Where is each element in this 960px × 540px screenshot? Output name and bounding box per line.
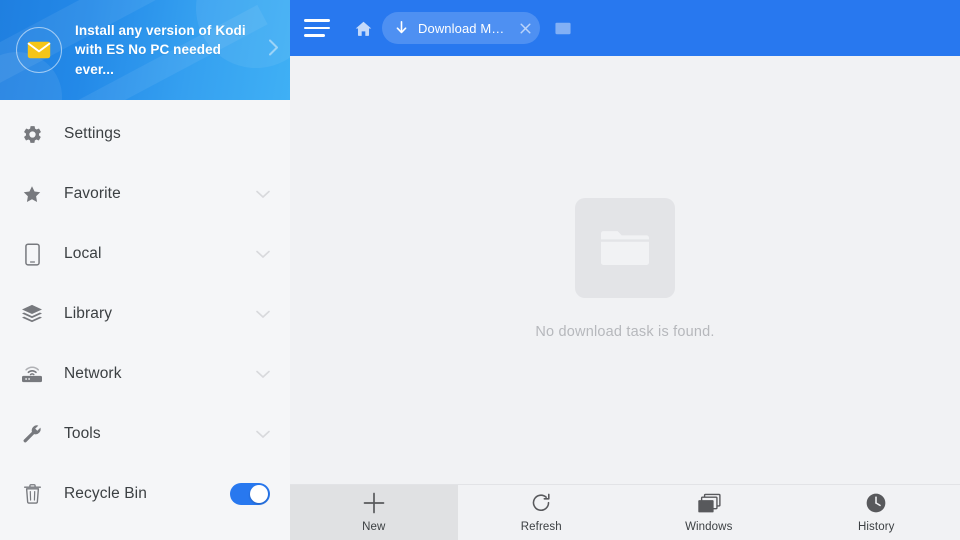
sidebar-menu: Settings Favorite Local Library Network … [0, 100, 290, 540]
hamburger-line [304, 19, 330, 22]
envelope-icon [16, 27, 62, 73]
close-icon[interactable] [514, 17, 536, 39]
sidebar-item-settings[interactable]: Settings [0, 104, 290, 164]
star-icon [18, 184, 46, 205]
sidebar-item-label: Settings [64, 125, 121, 142]
bottom-button-new[interactable]: New [290, 485, 458, 540]
refresh-icon [530, 492, 552, 514]
sidebar-item-local[interactable]: Local [0, 224, 290, 284]
main-area: Download Ma... No download task is found… [290, 0, 960, 540]
promo-line-1: Install any version of Kodi [75, 22, 246, 38]
sidebar: Install any version of Kodi with ES No P… [0, 0, 290, 540]
chevron-down-icon[interactable] [256, 250, 270, 259]
promo-text: Install any version of Kodi with ES No P… [75, 21, 263, 80]
bottom-button-refresh[interactable]: Refresh [458, 485, 626, 540]
phone-icon [18, 242, 46, 266]
hamburger-icon[interactable] [304, 13, 334, 43]
wrench-icon [18, 423, 46, 445]
promo-banner[interactable]: Install any version of Kodi with ES No P… [0, 0, 290, 100]
router-icon [18, 364, 46, 384]
sidebar-item-label: Recycle Bin [64, 485, 147, 502]
bottom-button-history[interactable]: History [793, 485, 960, 540]
empty-state-message: No download task is found. [535, 324, 715, 340]
sidebar-item-label: Network [64, 365, 122, 382]
sidebar-item-favorite[interactable]: Favorite [0, 164, 290, 224]
sidebar-item-recycle-bin[interactable]: Recycle Bin [0, 464, 290, 524]
chevron-down-icon[interactable] [256, 430, 270, 439]
app-window: Install any version of Kodi with ES No P… [0, 0, 960, 540]
sidebar-item-network[interactable]: Network [0, 344, 290, 404]
empty-state-card [575, 198, 675, 298]
download-list-empty-state: No download task is found. [290, 56, 960, 540]
bottom-button-label: Refresh [520, 521, 562, 533]
sidebar-item-label: Tools [64, 425, 101, 442]
trash-icon [18, 483, 46, 505]
folder-icon [599, 225, 651, 272]
tab-title: Download Ma... [418, 20, 508, 36]
bottom-button-label: New [362, 521, 386, 533]
layers-icon [18, 304, 46, 324]
sidebar-item-label: Local [64, 245, 102, 262]
chevron-down-icon[interactable] [256, 190, 270, 199]
chevron-down-icon[interactable] [256, 310, 270, 319]
tab-download-manager[interactable]: Download Ma... [382, 12, 540, 44]
home-icon[interactable] [350, 15, 376, 41]
promo-line-2: with ES No PC needed ever... [75, 42, 222, 77]
bottom-button-label: Windows [685, 521, 733, 533]
bottom-toolbar: New Refresh Windows History [290, 484, 960, 540]
sidebar-item-label: Library [64, 305, 113, 322]
hamburger-line [304, 26, 330, 30]
chevron-right-icon[interactable] [266, 38, 280, 63]
sidebar-item-label: Favorite [64, 185, 121, 202]
top-toolbar: Download Ma... [290, 0, 960, 56]
download-arrow-icon [394, 20, 410, 36]
sidebar-item-tools[interactable]: Tools [0, 404, 290, 464]
windows-icon [697, 492, 721, 514]
toggle-knob [250, 485, 268, 503]
bottom-button-label: History [858, 521, 895, 533]
clock-icon [865, 492, 887, 514]
recycle-bin-toggle[interactable] [230, 483, 270, 505]
plus-icon [362, 492, 386, 514]
gear-icon [18, 124, 46, 145]
bottom-button-windows[interactable]: Windows [625, 485, 793, 540]
new-window-icon[interactable] [550, 15, 576, 41]
chevron-down-icon[interactable] [256, 370, 270, 379]
sidebar-item-library[interactable]: Library [0, 284, 290, 344]
hamburger-line [304, 34, 325, 37]
